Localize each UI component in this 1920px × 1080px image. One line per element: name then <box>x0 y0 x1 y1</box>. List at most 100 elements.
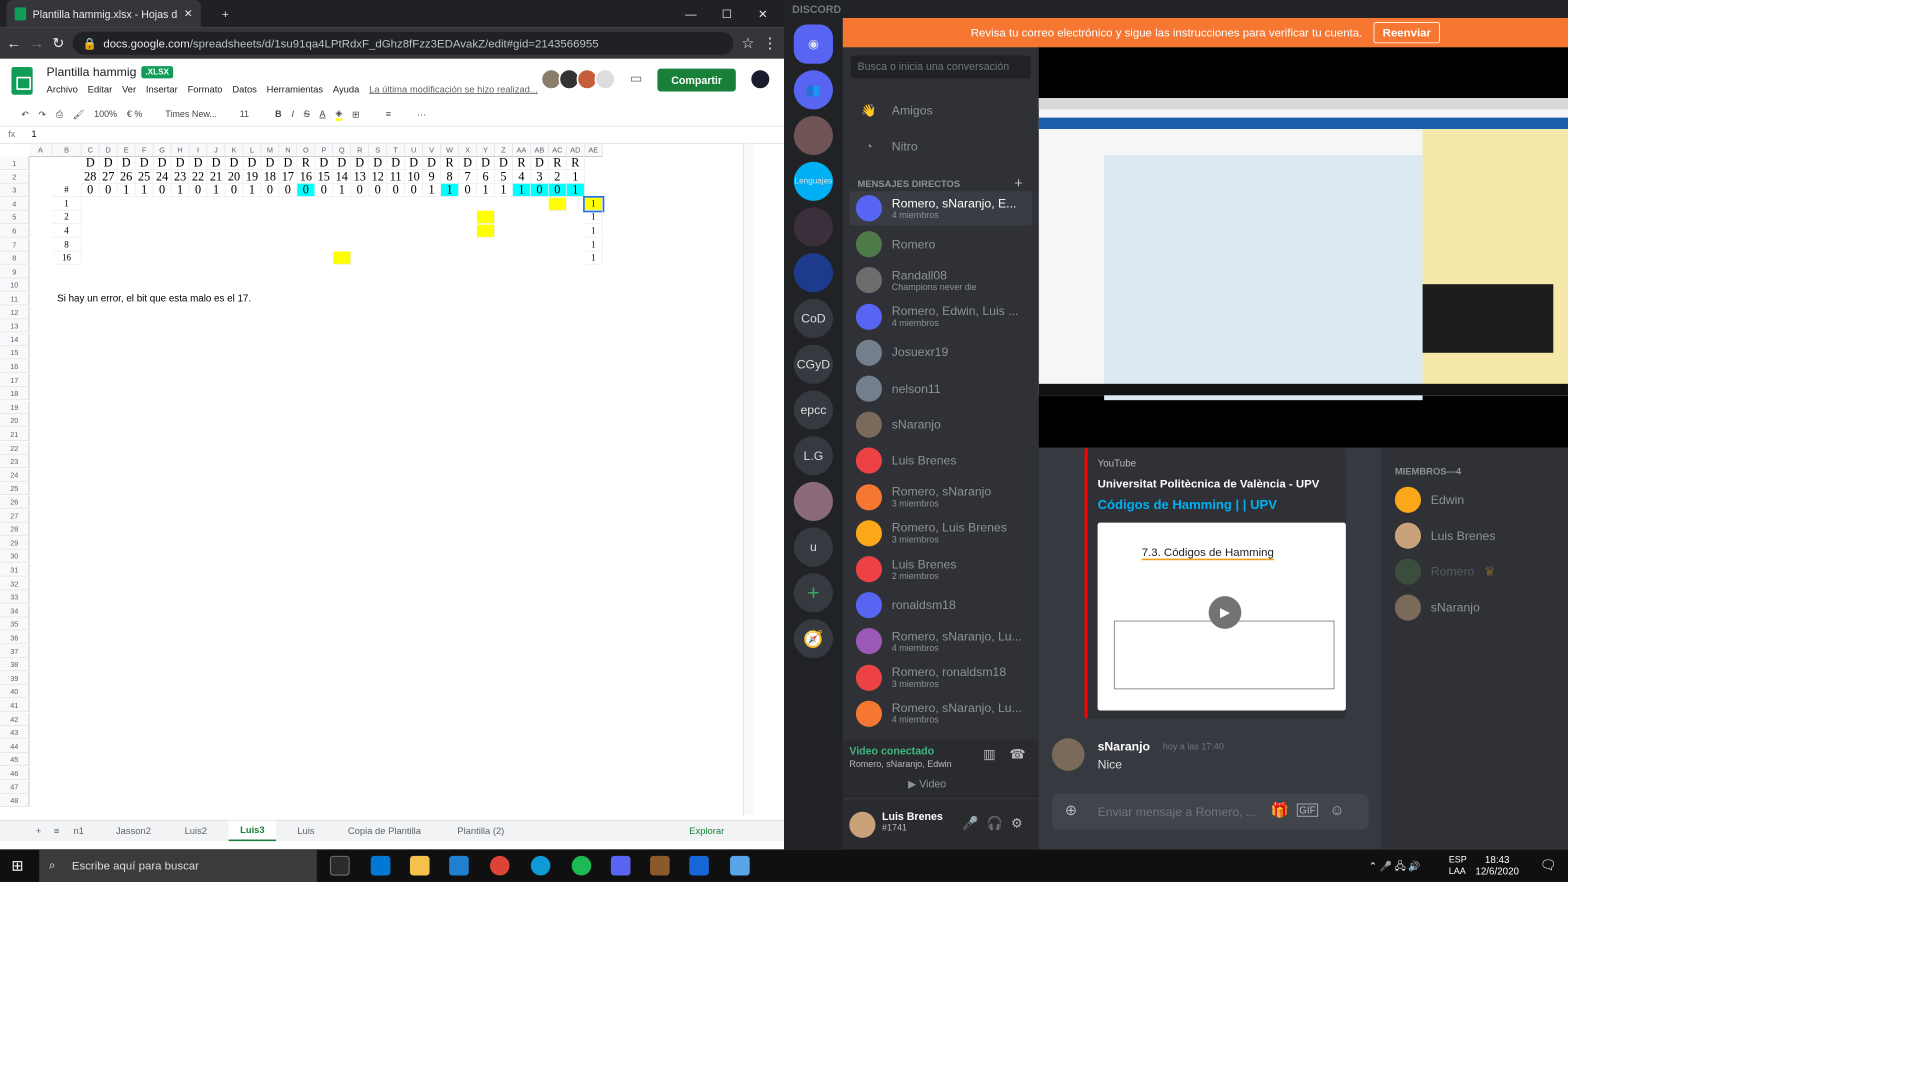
cell[interactable]: D <box>135 156 154 170</box>
member-item[interactable]: Romero ♛ <box>1394 555 1495 588</box>
formula-bar[interactable]: fx 1 <box>0 125 784 144</box>
embed-author[interactable]: Universitat Politècnica de València - UP… <box>1098 477 1336 490</box>
menu-archivo[interactable]: Archivo <box>47 85 78 95</box>
cell[interactable]: 28 <box>81 170 100 184</box>
explore-servers-icon[interactable]: 🧭 <box>793 619 833 659</box>
column-header[interactable]: AB <box>530 143 549 157</box>
account-avatar[interactable] <box>749 68 771 90</box>
cell[interactable]: 0 <box>153 183 172 197</box>
share-button[interactable]: Compartir <box>657 68 736 92</box>
row-header[interactable]: 30 <box>0 549 30 563</box>
formula-value[interactable]: 1 <box>31 130 36 140</box>
row-header[interactable]: 26 <box>0 495 30 509</box>
column-header[interactable]: N <box>279 143 298 157</box>
column-header[interactable]: L <box>243 143 262 157</box>
column-header[interactable]: C <box>81 143 100 157</box>
column-header[interactable]: AD <box>566 143 585 157</box>
voice-status[interactable]: Video conectado <box>849 745 934 757</box>
server-epcc[interactable]: epcc <box>793 390 833 430</box>
server-icon[interactable] <box>793 115 833 156</box>
menu-datos[interactable]: Datos <box>232 85 257 95</box>
language-indicator[interactable]: ESP LAA <box>1449 854 1467 877</box>
dm-item[interactable]: Romero, sNaranjo, Lu... 4 miembros <box>849 696 1032 730</box>
row-header[interactable]: 25 <box>0 482 30 496</box>
nitro-link[interactable]: ◔ Nitro <box>849 129 1032 163</box>
note-cell[interactable]: Si hay un error, el bit que esta malo es… <box>57 292 251 303</box>
column-header[interactable]: U <box>405 143 424 157</box>
column-header[interactable]: M <box>261 143 280 157</box>
cell[interactable]: R <box>512 156 531 170</box>
row-header[interactable]: 18 <box>0 387 30 401</box>
cell[interactable]: # <box>52 183 82 197</box>
row-header[interactable]: 11 <box>0 292 30 306</box>
menu-dots-icon[interactable]: ⋮ <box>763 35 778 52</box>
cell[interactable]: 0 <box>387 183 406 197</box>
cell[interactable]: D <box>315 156 334 170</box>
menu-ayuda[interactable]: Ayuda <box>333 85 359 95</box>
cell[interactable]: D <box>117 156 136 170</box>
url-input[interactable]: 🔒 docs.google.com/spreadsheets/d/1su91qa… <box>72 31 734 55</box>
row-header[interactable]: 1 <box>0 156 30 170</box>
cell[interactable]: 24 <box>153 170 172 184</box>
cell[interactable]: 1 <box>512 183 531 197</box>
cell[interactable]: 1 <box>440 183 459 197</box>
app-icon[interactable] <box>730 855 750 876</box>
cell[interactable]: 20 <box>225 170 244 184</box>
column-header[interactable]: K <box>225 143 244 157</box>
new-tab-icon[interactable]: + <box>209 0 242 28</box>
dm-item[interactable]: sNaranjo <box>849 408 1032 442</box>
cell[interactable]: 14 <box>333 170 352 184</box>
cell[interactable]: 0 <box>405 183 424 197</box>
noise-icon[interactable]: ▥ <box>983 746 995 762</box>
message-author[interactable]: sNaranjo <box>1098 740 1150 754</box>
font-select[interactable]: Times New... <box>165 109 217 119</box>
row-header[interactable]: 10 <box>0 278 30 292</box>
cell[interactable]: 0 <box>315 183 334 197</box>
user-avatar[interactable] <box>849 811 876 838</box>
cell[interactable]: 22 <box>189 170 208 184</box>
sheet-tab[interactable]: n1 <box>62 821 95 841</box>
back-icon[interactable]: ← <box>7 35 22 52</box>
dm-item[interactable]: Romero, sNaranjo, E... 4 miembros <box>849 191 1033 226</box>
cell[interactable]: D <box>225 156 244 170</box>
paint-format-icon[interactable]: 🖌 <box>73 109 84 120</box>
cell[interactable]: 0 <box>81 183 100 197</box>
resend-button[interactable]: Reenviar <box>1373 22 1440 44</box>
column-header[interactable]: H <box>171 143 190 157</box>
close-tab-icon[interactable]: ✕ <box>184 7 193 20</box>
cell[interactable]: 1 <box>52 197 82 211</box>
cell[interactable]: 7 <box>458 170 477 184</box>
cell[interactable]: D <box>243 156 262 170</box>
close-window-icon[interactable]: ✕ <box>746 0 779 28</box>
cell[interactable]: 1 <box>584 238 603 252</box>
dm-item[interactable]: Randall08 Champions never die <box>849 263 1032 297</box>
column-header[interactable]: AA <box>512 143 531 157</box>
cell[interactable]: 12 <box>369 170 388 184</box>
sheet-tab[interactable]: Luis <box>286 821 326 841</box>
add-server-icon[interactable]: + <box>793 573 833 613</box>
cell[interactable]: 25 <box>135 170 154 184</box>
row-header[interactable]: 47 <box>0 780 30 794</box>
server-icon[interactable] <box>793 253 833 293</box>
row-header[interactable]: 9 <box>0 265 30 279</box>
row-header[interactable]: 45 <box>0 753 30 767</box>
row-header[interactable]: 36 <box>0 631 30 645</box>
cell[interactable]: 16 <box>297 170 316 184</box>
cell[interactable]: 0 <box>279 183 298 197</box>
column-header[interactable]: A <box>29 143 53 157</box>
cell[interactable]: 21 <box>207 170 226 184</box>
dm-item[interactable]: Romero, Edwin, Luis ... 4 miembros <box>849 299 1032 333</box>
dm-item[interactable]: Luis Brenes <box>849 444 1032 478</box>
embed-thumbnail[interactable]: 7.3. Códigos de Hamming ▶ <box>1097 522 1346 711</box>
row-header[interactable]: 22 <box>0 441 30 455</box>
row-header[interactable]: 24 <box>0 468 30 482</box>
cell[interactable]: 6 <box>476 170 495 184</box>
text-color-icon[interactable]: A <box>320 109 326 119</box>
row-header[interactable]: 21 <box>0 427 30 441</box>
cell[interactable]: 1 <box>566 183 585 197</box>
column-header[interactable]: AE <box>584 143 603 157</box>
cell[interactable]: 8 <box>440 170 459 184</box>
sheet-tab[interactable]: Luis2 <box>173 821 218 841</box>
row-header[interactable]: 5 <box>0 211 30 225</box>
emoji-icon[interactable]: ☺ <box>1330 802 1345 819</box>
